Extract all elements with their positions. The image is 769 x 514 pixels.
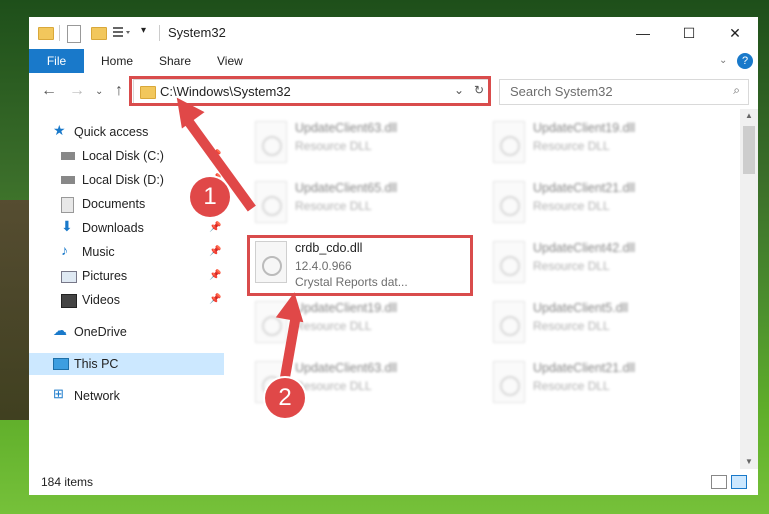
tab-view[interactable]: View: [217, 49, 243, 73]
music-icon: ♪: [61, 242, 68, 258]
dll-file-icon: [493, 121, 525, 163]
properties-icon[interactable]: [67, 25, 81, 43]
pin-icon[interactable]: 📌: [209, 294, 221, 305]
forward-button[interactable]: →: [69, 82, 85, 100]
sidebar-item-downloads[interactable]: ⬇ Downloads 📌: [29, 217, 224, 239]
scrollbar-thumb[interactable]: [743, 126, 755, 174]
ribbon-tabs: File Home Share View ⌄ ?: [29, 49, 758, 74]
sidebar-item-music[interactable]: ♪ Music 📌: [29, 241, 224, 263]
file-highlight-box: [247, 235, 473, 296]
sidebar-item-videos[interactable]: Videos 📌: [29, 289, 224, 311]
scroll-down-icon[interactable]: ▼: [745, 457, 753, 466]
sidebar-item-local-disk-c[interactable]: Local Disk (C:) 📌: [29, 145, 224, 167]
folder-icon: [38, 27, 54, 40]
annotation-badge-1: 1: [190, 177, 230, 217]
drive-icon: [61, 152, 75, 160]
pin-icon[interactable]: 📌: [209, 246, 221, 257]
sidebar-item-pictures[interactable]: Pictures 📌: [29, 265, 224, 287]
back-button[interactable]: ←: [41, 82, 57, 100]
pin-icon[interactable]: 📌: [209, 270, 221, 281]
tab-share[interactable]: Share: [159, 49, 191, 73]
documents-icon: [61, 197, 74, 213]
search-placeholder: Search System32: [510, 84, 613, 99]
download-icon: ⬇: [61, 218, 73, 234]
scroll-up-icon[interactable]: ▲: [745, 111, 753, 120]
list-item[interactable]: UpdateClient19.dll Resource DLL: [485, 117, 715, 177]
maximize-button[interactable]: ☐: [666, 17, 712, 49]
close-button[interactable]: ✕: [712, 17, 758, 49]
list-item[interactable]: UpdateClient21.dll Resource DLL: [485, 357, 715, 417]
chevron-down-icon[interactable]: ⌄: [719, 49, 727, 73]
dll-file-icon: [255, 121, 287, 163]
window-title: System32: [168, 25, 226, 40]
navigation-bar: ← → ⌄ ↑ C:\Windows\System32 ⌄ ↻ Search S…: [29, 73, 758, 109]
drive-icon: [61, 176, 75, 184]
sidebar-item-network[interactable]: ⊞ Network: [29, 385, 224, 407]
recent-locations-icon[interactable]: ⌄: [95, 86, 103, 97]
divider: [59, 25, 60, 41]
navigation-pane: ★ Quick access Local Disk (C:) 📌 Local D…: [29, 109, 224, 469]
divider: [159, 25, 160, 41]
tab-home[interactable]: Home: [101, 49, 133, 73]
sidebar-item-this-pc[interactable]: This PC: [29, 353, 224, 375]
dll-file-icon: [493, 241, 525, 283]
computer-icon: [53, 358, 69, 370]
list-item[interactable]: UpdateClient65.dll Resource DLL: [247, 177, 477, 237]
up-button[interactable]: ↑: [115, 82, 123, 100]
list-item[interactable]: UpdateClient42.dll Resource DLL: [485, 237, 715, 297]
dll-file-icon: [493, 181, 525, 223]
new-folder-icon[interactable]: [91, 27, 107, 40]
star-icon: ★: [53, 122, 66, 138]
dll-file-icon: [493, 301, 525, 343]
title-bar: ▾ System32 — ☐ ✕: [29, 17, 758, 49]
item-count: 184 items: [41, 475, 94, 489]
customize-qa-icon[interactable]: [113, 25, 130, 41]
search-icon: ⌕: [733, 83, 740, 97]
dll-file-icon: [493, 361, 525, 403]
pin-icon[interactable]: 📌: [209, 222, 221, 233]
annotation-badge-2: 2: [265, 378, 305, 418]
network-icon: ⊞: [53, 386, 64, 401]
list-item[interactable]: UpdateClient63.dll Resource DLL: [247, 117, 477, 177]
sidebar-item-onedrive[interactable]: ☁ OneDrive: [29, 321, 224, 343]
minimize-button[interactable]: —: [620, 17, 666, 49]
cloud-icon: ☁: [53, 322, 67, 338]
tab-file[interactable]: File: [29, 49, 84, 73]
vertical-scrollbar[interactable]: ▲ ▼: [740, 109, 758, 469]
tiles-view-icon[interactable]: [731, 475, 747, 489]
arrow-head-icon: [275, 289, 309, 323]
dll-file-icon: [255, 181, 287, 223]
list-item[interactable]: UpdateClient21.dll Resource DLL: [485, 177, 715, 237]
file-list: UpdateClient63.dll Resource DLL UpdateCl…: [225, 109, 740, 469]
help-icon[interactable]: ?: [737, 53, 753, 69]
pictures-icon: [61, 271, 77, 283]
list-item[interactable]: UpdateClient5.dll Resource DLL: [485, 297, 715, 357]
videos-icon: [61, 294, 77, 308]
dropdown-icon[interactable]: ▾: [141, 25, 151, 41]
details-view-icon[interactable]: [711, 475, 727, 489]
search-input[interactable]: Search System32 ⌕: [499, 79, 749, 105]
explorer-window: ▾ System32 — ☐ ✕ File Home Share View ⌄ …: [29, 17, 758, 495]
status-bar: 184 items: [29, 469, 758, 495]
